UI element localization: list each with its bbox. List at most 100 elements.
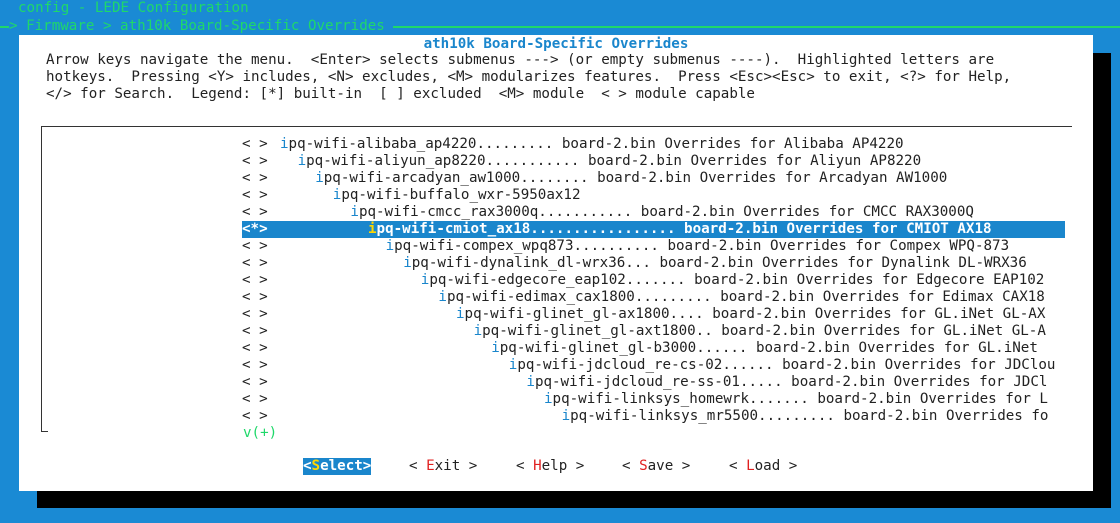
item-label: ipq-wifi-arcadyan_aw1000........ board-2… [315, 170, 1065, 187]
item-hotkey: i [280, 136, 289, 152]
item-text: pq-wifi-glinet_gl-b3000...... board-2.bi… [499, 340, 1038, 356]
item-hotkey: i [491, 340, 500, 356]
box-corner [42, 431, 48, 432]
item-text: pq-wifi-linksys_homewrk....... board-2.b… [552, 391, 1048, 407]
help-line: hotkeys. Pressing <Y> includes, <N> excl… [46, 69, 1012, 85]
item-hotkey: i [438, 289, 447, 305]
item-label: ipq-wifi-edimax_cax1800......... board-2… [438, 289, 1065, 306]
item-checkbox[interactable]: < > [242, 153, 268, 170]
menu-item[interactable]: < > ipq-wifi-glinet_gl-ax1800.... board-2… [42, 306, 1072, 323]
breadcrumb: > Firmware > ath10k Board-Specific Overr… [9, 17, 393, 35]
item-hotkey: i [297, 153, 307, 169]
item-text: pq-wifi-glinet_gl-axt1800.. board-2.bin … [482, 323, 1046, 339]
item-label: ipq-wifi-linksys_homewrk....... board-2.… [544, 391, 1065, 408]
item-label: ipq-wifi-linksys_mr5500......... board-2… [562, 408, 1065, 425]
item-label: ipq-wifi-buffalo_wxr-5950ax12 [333, 187, 1065, 204]
item-checkbox[interactable]: < > [242, 408, 268, 425]
item-checkbox[interactable]: <*> [242, 221, 268, 238]
item-hotkey: i [526, 374, 535, 390]
item-label: ipq-wifi-jdcloud_re-cs-02...... board-2.… [509, 357, 1065, 374]
menu-item[interactable]: < > ipq-wifi-glinet_gl-b3000...... board-… [42, 340, 1072, 357]
save-button[interactable]: < Save > [622, 458, 690, 475]
item-checkbox[interactable]: < > [242, 255, 268, 272]
item-hotkey: i [561, 408, 571, 424]
item-text: pq-wifi-jdcloud_re-ss-01..... board-2.bi… [534, 374, 1048, 390]
help-line: </> for Search. Legend: [*] built-in [ ]… [46, 86, 755, 102]
menu-list-box: < > ipq-wifi-alibaba_ap4220......... boar… [41, 126, 1072, 441]
item-text: pq-wifi-edgecore_eap102....... board-2.b… [429, 272, 1045, 288]
item-text: pq-wifi-jdcloud_re-cs-02...... board-2.b… [517, 357, 1056, 373]
item-hotkey: i [544, 391, 553, 407]
item-text: pq-wifi-compex_wpq873.......... board-2.… [394, 238, 1010, 254]
help-line: Arrow keys navigate the menu. <Enter> se… [46, 52, 995, 68]
load-button[interactable]: < Load > [729, 458, 797, 475]
item-label: ipq-wifi-alibaba_ap4220......... board-2… [280, 136, 1065, 153]
menu-item[interactable]: <*> ipq-wifi-cmiot_ax18................. … [42, 221, 1072, 238]
item-checkbox[interactable]: < > [242, 136, 268, 153]
item-checkbox[interactable]: < > [242, 374, 268, 391]
item-label: ipq-wifi-cmiot_ax18................. boa… [368, 221, 1065, 238]
item-label: ipq-wifi-jdcloud_re-ss-01..... board-2.b… [526, 374, 1065, 391]
item-checkbox[interactable]: < > [242, 391, 268, 408]
menu-dialog: ath10k Board-Specific Overrides Arrow ke… [19, 35, 1093, 491]
select-button[interactable]: <Select> [303, 458, 372, 475]
scroll-more-indicator: v(+) [243, 425, 278, 441]
item-checkbox[interactable]: < > [242, 357, 268, 374]
item-checkbox[interactable]: < > [242, 187, 268, 204]
menu-item[interactable]: < > ipq-wifi-linksys_homewrk....... board… [42, 391, 1072, 408]
item-hotkey: i [456, 306, 465, 322]
item-text: pq-wifi-arcadyan_aw1000........ board-2.… [323, 170, 948, 186]
item-text: pq-wifi-cmcc_rax3000q........... board-2… [358, 204, 974, 220]
menu-item[interactable]: < > ipq-wifi-edgecore_eap102....... board… [42, 272, 1072, 289]
item-checkbox[interactable]: < > [242, 170, 268, 187]
item-text: pq-wifi-dynalink_dl-wrx36... board-2.bin… [411, 255, 1027, 271]
menu-item[interactable]: < > ipq-wifi-cmcc_rax3000q........... boa… [42, 204, 1072, 221]
menu-item[interactable]: < > ipq-wifi-linksys_mr5500......... boar… [42, 408, 1072, 425]
item-text: pq-wifi-edimax_cax1800......... board-2.… [446, 289, 1045, 305]
exit-button[interactable]: < Exit > [409, 458, 477, 475]
item-label: ipq-wifi-edgecore_eap102....... board-2.… [421, 272, 1065, 289]
item-label: ipq-wifi-glinet_gl-ax1800.... board-2.bi… [456, 306, 1065, 323]
menu-item[interactable]: < > ipq-wifi-jdcloud_re-ss-01..... board-… [42, 374, 1072, 391]
menu-item[interactable]: < > ipq-wifi-buffalo_wxr-5950ax12 [42, 187, 1072, 204]
item-checkbox[interactable]: < > [242, 323, 268, 340]
menu-item[interactable]: < > ipq-wifi-glinet_gl-axt1800.. board-2.… [42, 323, 1072, 340]
menu-item[interactable]: < > ipq-wifi-aliyun_ap8220........... boa… [42, 153, 1072, 170]
item-text: pq-wifi-aliyun_ap8220........... board-2… [306, 153, 922, 169]
item-checkbox[interactable]: < > [242, 238, 268, 255]
item-hotkey: i [368, 221, 377, 237]
item-hotkey: i [403, 255, 412, 271]
breadcrumb-row: > Firmware > ath10k Board-Specific Overr… [0, 17, 1120, 35]
item-checkbox[interactable]: < > [242, 306, 268, 323]
menu-item[interactable]: < > ipq-wifi-alibaba_ap4220......... boar… [42, 136, 1072, 153]
help-text: Arrow keys navigate the menu. <Enter> se… [46, 52, 1011, 103]
item-label: ipq-wifi-aliyun_ap8220........... board-… [298, 153, 1065, 170]
menu-item[interactable]: < > ipq-wifi-arcadyan_aw1000........ boar… [42, 170, 1072, 187]
item-text: pq-wifi-glinet_gl-ax1800.... board-2.bin… [464, 306, 1046, 322]
item-hotkey: i [473, 323, 483, 339]
item-label: ipq-wifi-cmcc_rax3000q........... board-… [350, 204, 1065, 221]
menu-item[interactable]: < > ipq-wifi-compex_wpq873.......... boar… [42, 238, 1072, 255]
window-title-bar: config - LEDE Configuration [0, 0, 1120, 17]
menu-item[interactable]: < > ipq-wifi-jdcloud_re-cs-02...... board… [42, 357, 1072, 374]
item-label: ipq-wifi-glinet_gl-b3000...... board-2.b… [491, 340, 1065, 357]
item-checkbox[interactable]: < > [242, 340, 268, 357]
item-label: ipq-wifi-compex_wpq873.......... board-2… [386, 238, 1065, 255]
item-text: pq-wifi-cmiot_ax18................. boar… [376, 221, 992, 237]
item-hotkey: i [350, 204, 359, 220]
item-hotkey: i [385, 238, 395, 254]
item-text: pq-wifi-alibaba_ap4220......... board-2.… [288, 136, 904, 152]
help-button[interactable]: < Help > [516, 458, 584, 475]
app-title: config - LEDE Configuration [18, 0, 249, 16]
menu-item[interactable]: < > ipq-wifi-dynalink_dl-wrx36... board-2… [42, 255, 1072, 272]
dialog-title: ath10k Board-Specific Overrides [423, 36, 689, 52]
item-checkbox[interactable]: < > [242, 272, 268, 289]
menu-items: < > ipq-wifi-alibaba_ap4220......... boar… [42, 136, 1072, 425]
item-text: pq-wifi-buffalo_wxr-5950ax12 [341, 187, 581, 203]
item-checkbox[interactable]: < > [242, 289, 268, 306]
item-text: pq-wifi-linksys_mr5500......... board-2.… [570, 408, 1049, 424]
item-checkbox[interactable]: < > [242, 204, 268, 221]
item-label: ipq-wifi-glinet_gl-axt1800.. board-2.bin… [474, 323, 1065, 340]
item-hotkey: i [315, 170, 324, 186]
menu-item[interactable]: < > ipq-wifi-edimax_cax1800......... boar… [42, 289, 1072, 306]
